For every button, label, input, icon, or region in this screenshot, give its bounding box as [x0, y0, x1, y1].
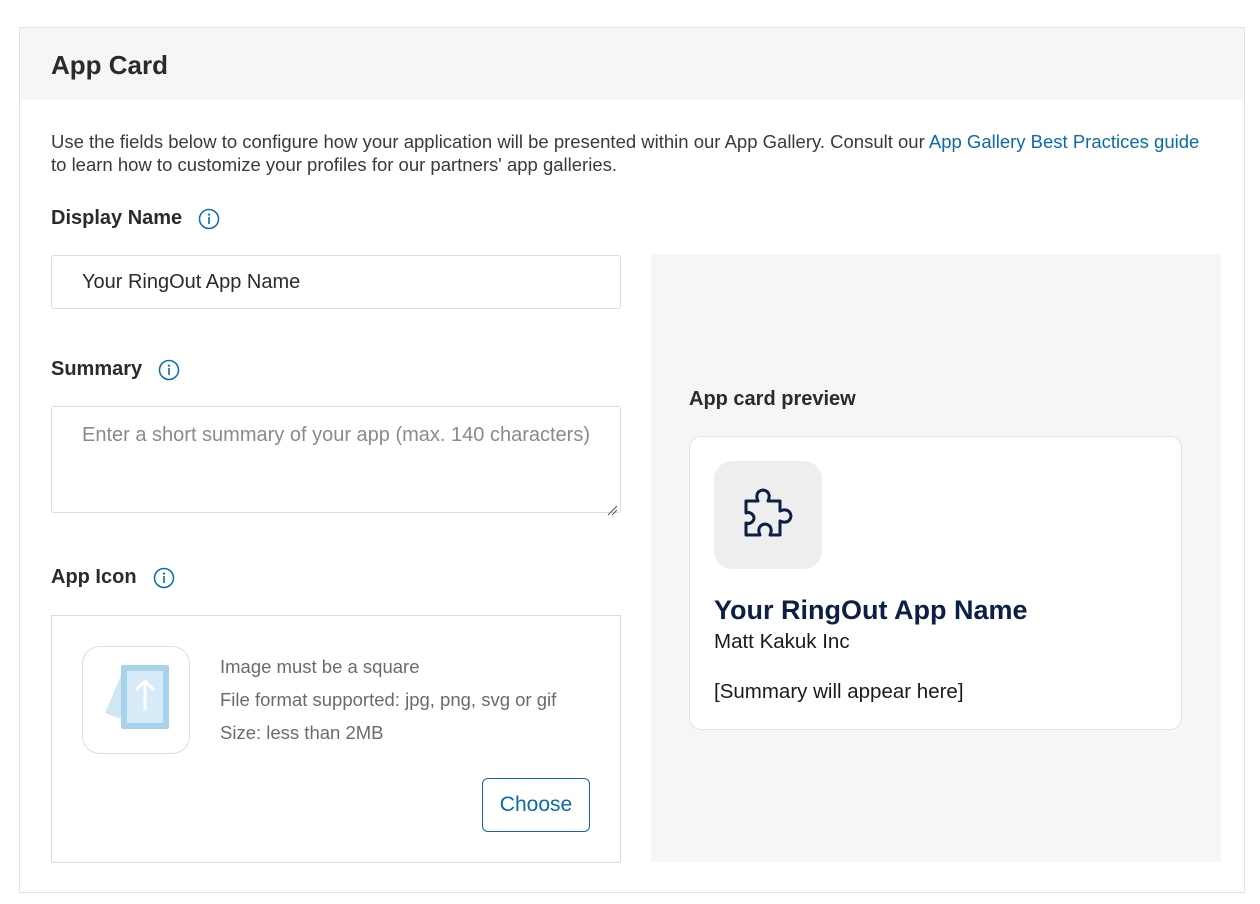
intro-text-tail: to learn how to customize your profiles …: [51, 154, 618, 175]
best-practices-link[interactable]: App Gallery Best Practices guide: [929, 131, 1199, 152]
preview-company-name: Matt Kakuk Inc: [714, 630, 850, 653]
image-upload-icon[interactable]: [82, 646, 190, 754]
intro-text: Use the fields below to configure how yo…: [51, 130, 1211, 176]
display-name-input[interactable]: Your RingOut App Name: [51, 255, 621, 309]
section-title: App Card: [51, 50, 168, 80]
preview-panel: App card preview Your RingOut App Name M…: [651, 254, 1221, 862]
preview-summary: [Summary will appear here]: [714, 680, 964, 703]
resize-grip-icon[interactable]: [606, 498, 618, 516]
requirement-square: Image must be a square: [220, 656, 420, 677]
info-circle-icon[interactable]: [198, 208, 220, 230]
intro-text-body: Use the fields below to configure how yo…: [51, 131, 929, 152]
display-name-label: Display Name: [51, 207, 183, 229]
puzzle-piece-icon: [714, 461, 822, 569]
app-icon-upload-box: Image must be a square File format suppo…: [51, 615, 621, 863]
choose-button[interactable]: Choose: [482, 778, 590, 832]
app-card-section: App Card Use the fields below to configu…: [19, 27, 1245, 893]
info-circle-icon[interactable]: [153, 567, 175, 589]
summary-textarea[interactable]: Enter a short summary of your app (max. …: [51, 406, 621, 516]
display-name-label-row: Display Name: [51, 207, 220, 230]
summary-placeholder: Enter a short summary of your app (max. …: [82, 424, 590, 446]
preview-card: Your RingOut App Name Matt Kakuk Inc [Su…: [689, 436, 1182, 730]
summary-label-row: Summary: [51, 358, 180, 381]
requirement-size: Size: less than 2MB: [220, 722, 384, 743]
info-circle-icon[interactable]: [158, 359, 180, 381]
app-icon-label: App Icon: [51, 566, 137, 588]
app-icon-label-row: App Icon: [51, 566, 175, 589]
preview-label: App card preview: [689, 388, 856, 410]
requirement-format: File format supported: jpg, png, svg or …: [220, 689, 557, 710]
summary-label: Summary: [51, 358, 143, 380]
section-header: App Card: [20, 28, 1244, 100]
upload-requirements: Image must be a square File format suppo…: [220, 650, 556, 749]
preview-app-name: Your RingOut App Name: [714, 595, 1028, 625]
